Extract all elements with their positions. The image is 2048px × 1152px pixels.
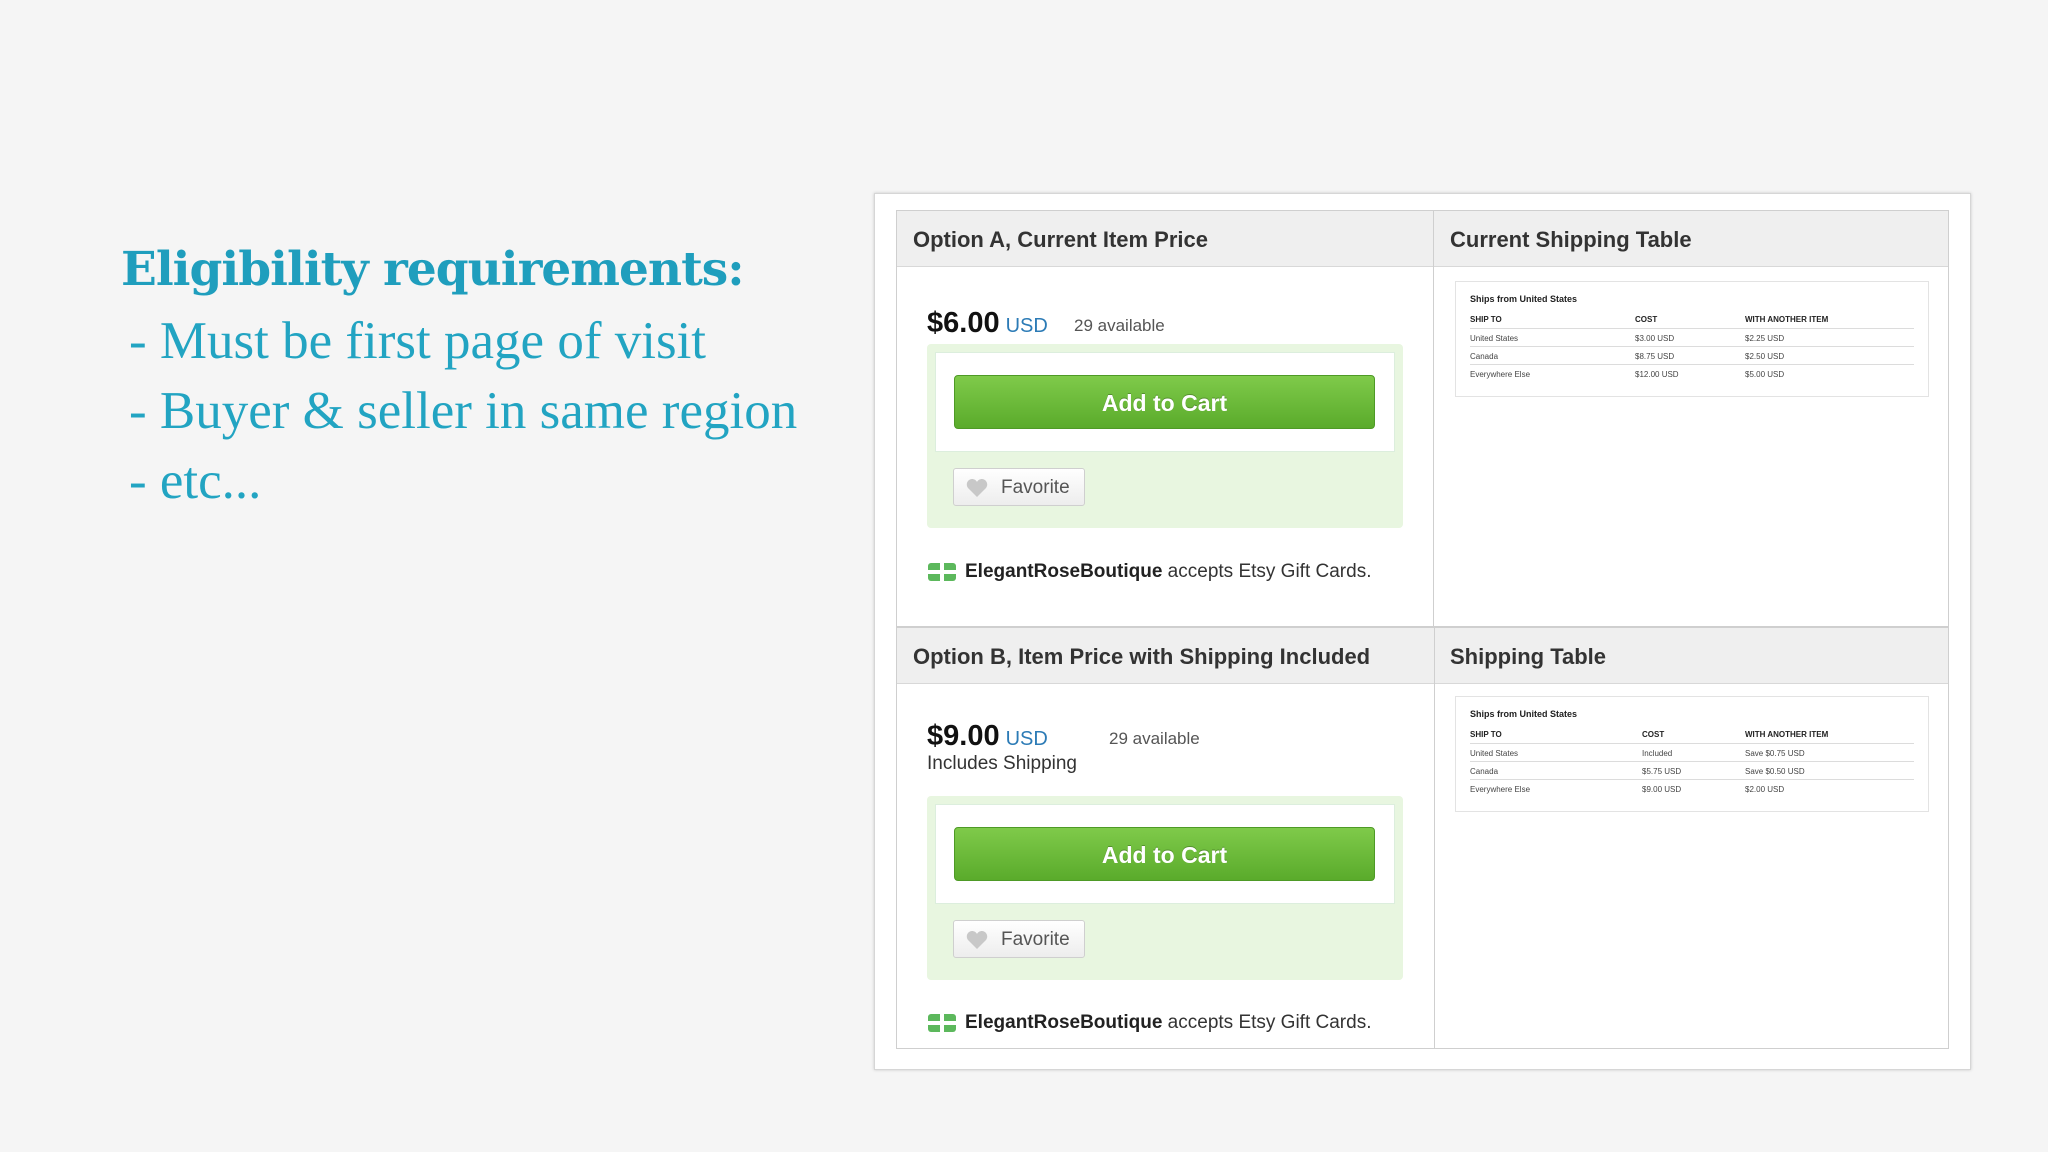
table-cell: $9.00 USD — [1642, 785, 1682, 794]
table-cell: Everywhere Else — [1470, 370, 1531, 379]
buy-box-inner: Add to Cart — [935, 804, 1395, 904]
price-line: $6.00 USD — [927, 307, 1048, 340]
option-a-title: Option A, Current Item Price — [913, 227, 1209, 252]
header-cost: COST — [1635, 315, 1658, 324]
includes-shipping-note: Includes Shipping — [927, 753, 1077, 774]
bullet-list: - Must be first page of visit - Buyer & … — [121, 306, 797, 516]
shipping-table: Ships from United States SHIP TO COST WI… — [1455, 281, 1929, 397]
table-cell: Save $0.75 USD — [1745, 749, 1805, 758]
price: $9.00 — [927, 720, 1000, 752]
favorite-button[interactable]: Favorite — [953, 920, 1085, 958]
table-cell: $3.00 USD — [1635, 334, 1675, 343]
shipping-table-header: SHIP TO COST WITH ANOTHER ITEM — [1470, 310, 1914, 328]
table-cell: $8.75 USD — [1635, 352, 1675, 361]
bullet-item: - Must be first page of visit — [129, 312, 707, 370]
table-cell: Everywhere Else — [1470, 785, 1531, 794]
add-to-cart-button[interactable]: Add to Cart — [954, 827, 1375, 881]
shipping-table-title: Ships from United States — [1470, 294, 1578, 304]
table-cell: $5.75 USD — [1642, 767, 1682, 776]
availability: 29 available — [1074, 316, 1165, 335]
table-row: Everywhere Else $12.00 USD $5.00 USD — [1470, 364, 1914, 383]
shipping-table-title: Ships from United States — [1470, 709, 1578, 719]
currency: USD — [1005, 315, 1048, 337]
table-row: Canada $5.75 USD Save $0.50 USD — [1470, 761, 1914, 780]
table-cell: Canada — [1470, 352, 1499, 361]
header-with-another: WITH ANOTHER ITEM — [1745, 315, 1829, 324]
slide-heading: Eligibility requirements: — [121, 242, 745, 297]
gift-card-note: ElegantRoseBoutique accepts Etsy Gift Ca… — [927, 561, 1371, 583]
bullet-item: - Buyer & seller in same region — [129, 382, 798, 440]
shipping-table-header: SHIP TO COST WITH ANOTHER ITEM — [1470, 725, 1914, 743]
table-cell: Canada — [1470, 767, 1499, 776]
comparison-screenshot: Option A, Current Item Price Current Shi… — [874, 193, 1971, 1070]
heart-icon — [966, 478, 988, 498]
current-shipping-table-title: Current Shipping Table — [1450, 227, 1692, 252]
table-cell: $12.00 USD — [1635, 370, 1679, 379]
currency: USD — [1005, 728, 1048, 750]
option-a-panel: Option A, Current Item Price Current Shi… — [896, 210, 1949, 627]
shipping-table-heading: Shipping Table — [1450, 644, 1607, 669]
table-cell: Save $0.50 USD — [1745, 767, 1805, 776]
column-divider — [1433, 211, 1434, 626]
table-row: United States $3.00 USD $2.25 USD — [1470, 328, 1914, 347]
table-cell: $5.00 USD — [1745, 370, 1785, 379]
slide-text: Eligibility requirements: - Must be firs… — [121, 238, 797, 516]
table-cell: United States — [1470, 334, 1519, 343]
table-cell: $2.50 USD — [1745, 352, 1785, 361]
availability: 29 available — [1109, 729, 1200, 748]
price-line: $9.00 USD — [927, 720, 1048, 753]
gift-card-icon — [927, 1013, 957, 1033]
panel-header: Option B, Item Price with Shipping Inclu… — [897, 628, 1948, 684]
panel-header: Option A, Current Item Price Current Shi… — [897, 211, 1948, 267]
table-cell: United States — [1470, 749, 1519, 758]
heart-icon — [966, 930, 988, 950]
option-b-panel: Option B, Item Price with Shipping Inclu… — [896, 627, 1949, 1049]
column-divider — [1434, 628, 1435, 1048]
favorite-label: Favorite — [1001, 929, 1070, 950]
table-cell: $2.00 USD — [1745, 785, 1785, 794]
shop-name-link[interactable]: ElegantRoseBoutique — [965, 1012, 1162, 1033]
table-cell: $2.25 USD — [1745, 334, 1785, 343]
header-cost: COST — [1642, 730, 1665, 739]
shipping-table: Ships from United States SHIP TO COST WI… — [1455, 696, 1929, 812]
bullet-item: - etc... — [129, 452, 262, 510]
add-to-cart-button[interactable]: Add to Cart — [954, 375, 1375, 429]
gift-card-note: ElegantRoseBoutique accepts Etsy Gift Ca… — [927, 1012, 1371, 1034]
price: $6.00 — [927, 307, 1000, 339]
buy-box: Add to Cart Favorite — [927, 796, 1403, 980]
favorite-button[interactable]: Favorite — [953, 468, 1085, 506]
header-with-another: WITH ANOTHER ITEM — [1745, 730, 1829, 739]
table-row: Everywhere Else $9.00 USD $2.00 USD — [1470, 779, 1914, 798]
gift-card-icon — [927, 562, 957, 582]
favorite-label: Favorite — [1001, 477, 1070, 498]
table-row: Canada $8.75 USD $2.50 USD — [1470, 346, 1914, 365]
header-ship-to: SHIP TO — [1470, 730, 1502, 739]
gift-text: accepts Etsy Gift Cards. — [1162, 561, 1372, 582]
buy-box-inner: Add to Cart — [935, 352, 1395, 452]
table-row: United States Included Save $0.75 USD — [1470, 743, 1914, 762]
table-cell: Included — [1642, 749, 1673, 758]
buy-box: Add to Cart Favorite — [927, 344, 1403, 528]
gift-text: accepts Etsy Gift Cards. — [1162, 1012, 1372, 1033]
header-ship-to: SHIP TO — [1470, 315, 1502, 324]
shop-name-link[interactable]: ElegantRoseBoutique — [965, 561, 1162, 582]
option-b-title: Option B, Item Price with Shipping Inclu… — [913, 644, 1371, 669]
